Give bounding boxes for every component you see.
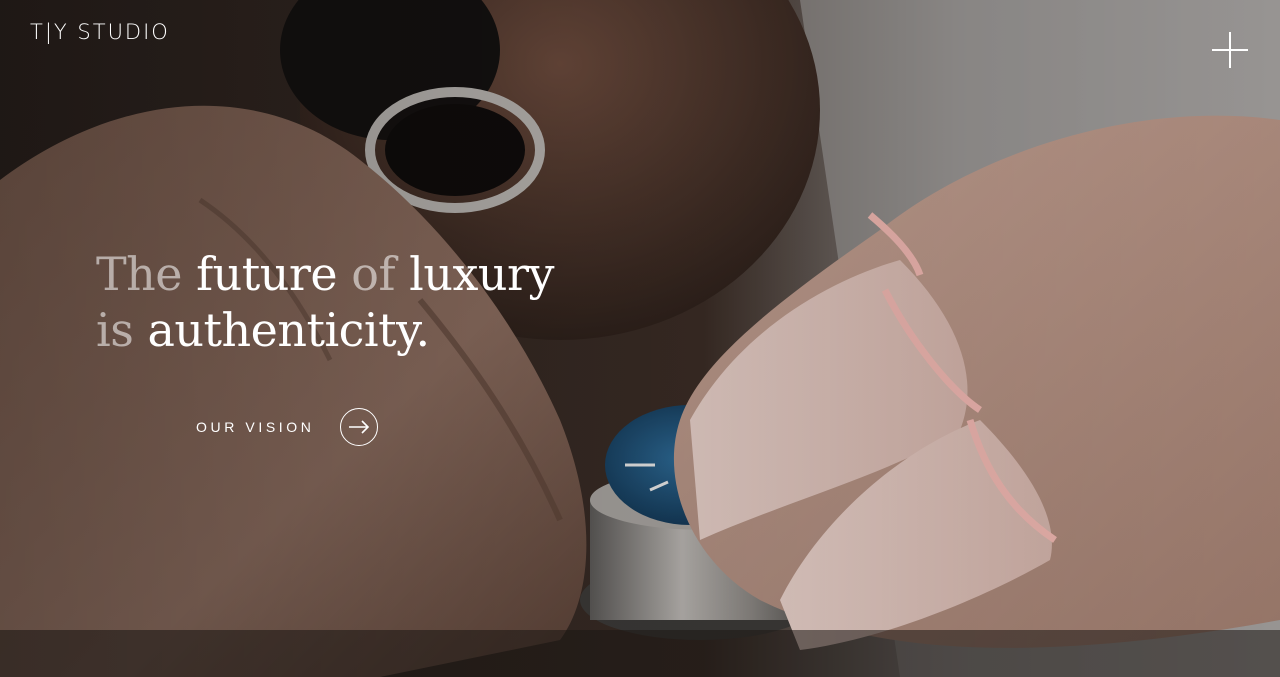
headline-word: is	[96, 303, 134, 357]
hero-section: T|Y STUDIO The future of luxury is authe…	[0, 0, 1280, 677]
headline-line-1: The future of luxury	[96, 247, 555, 301]
headline-word: of	[351, 247, 395, 301]
headline-word: future	[196, 247, 338, 301]
plus-icon	[1229, 32, 1231, 68]
headline-word: authenticity.	[147, 303, 430, 357]
headline-line-2: is authenticity.	[96, 303, 430, 357]
headline-word: The	[96, 247, 183, 301]
hero-headline: The future of luxury is authenticity.	[96, 246, 555, 358]
arrow-right-icon[interactable]	[340, 408, 379, 446]
headline-word: luxury	[409, 247, 555, 301]
brand-logo[interactable]: T|Y STUDIO	[30, 20, 170, 44]
our-vision-label: OUR VISION	[196, 419, 315, 435]
menu-button[interactable]	[1210, 30, 1250, 70]
our-vision-link[interactable]: OUR VISION	[196, 406, 379, 448]
